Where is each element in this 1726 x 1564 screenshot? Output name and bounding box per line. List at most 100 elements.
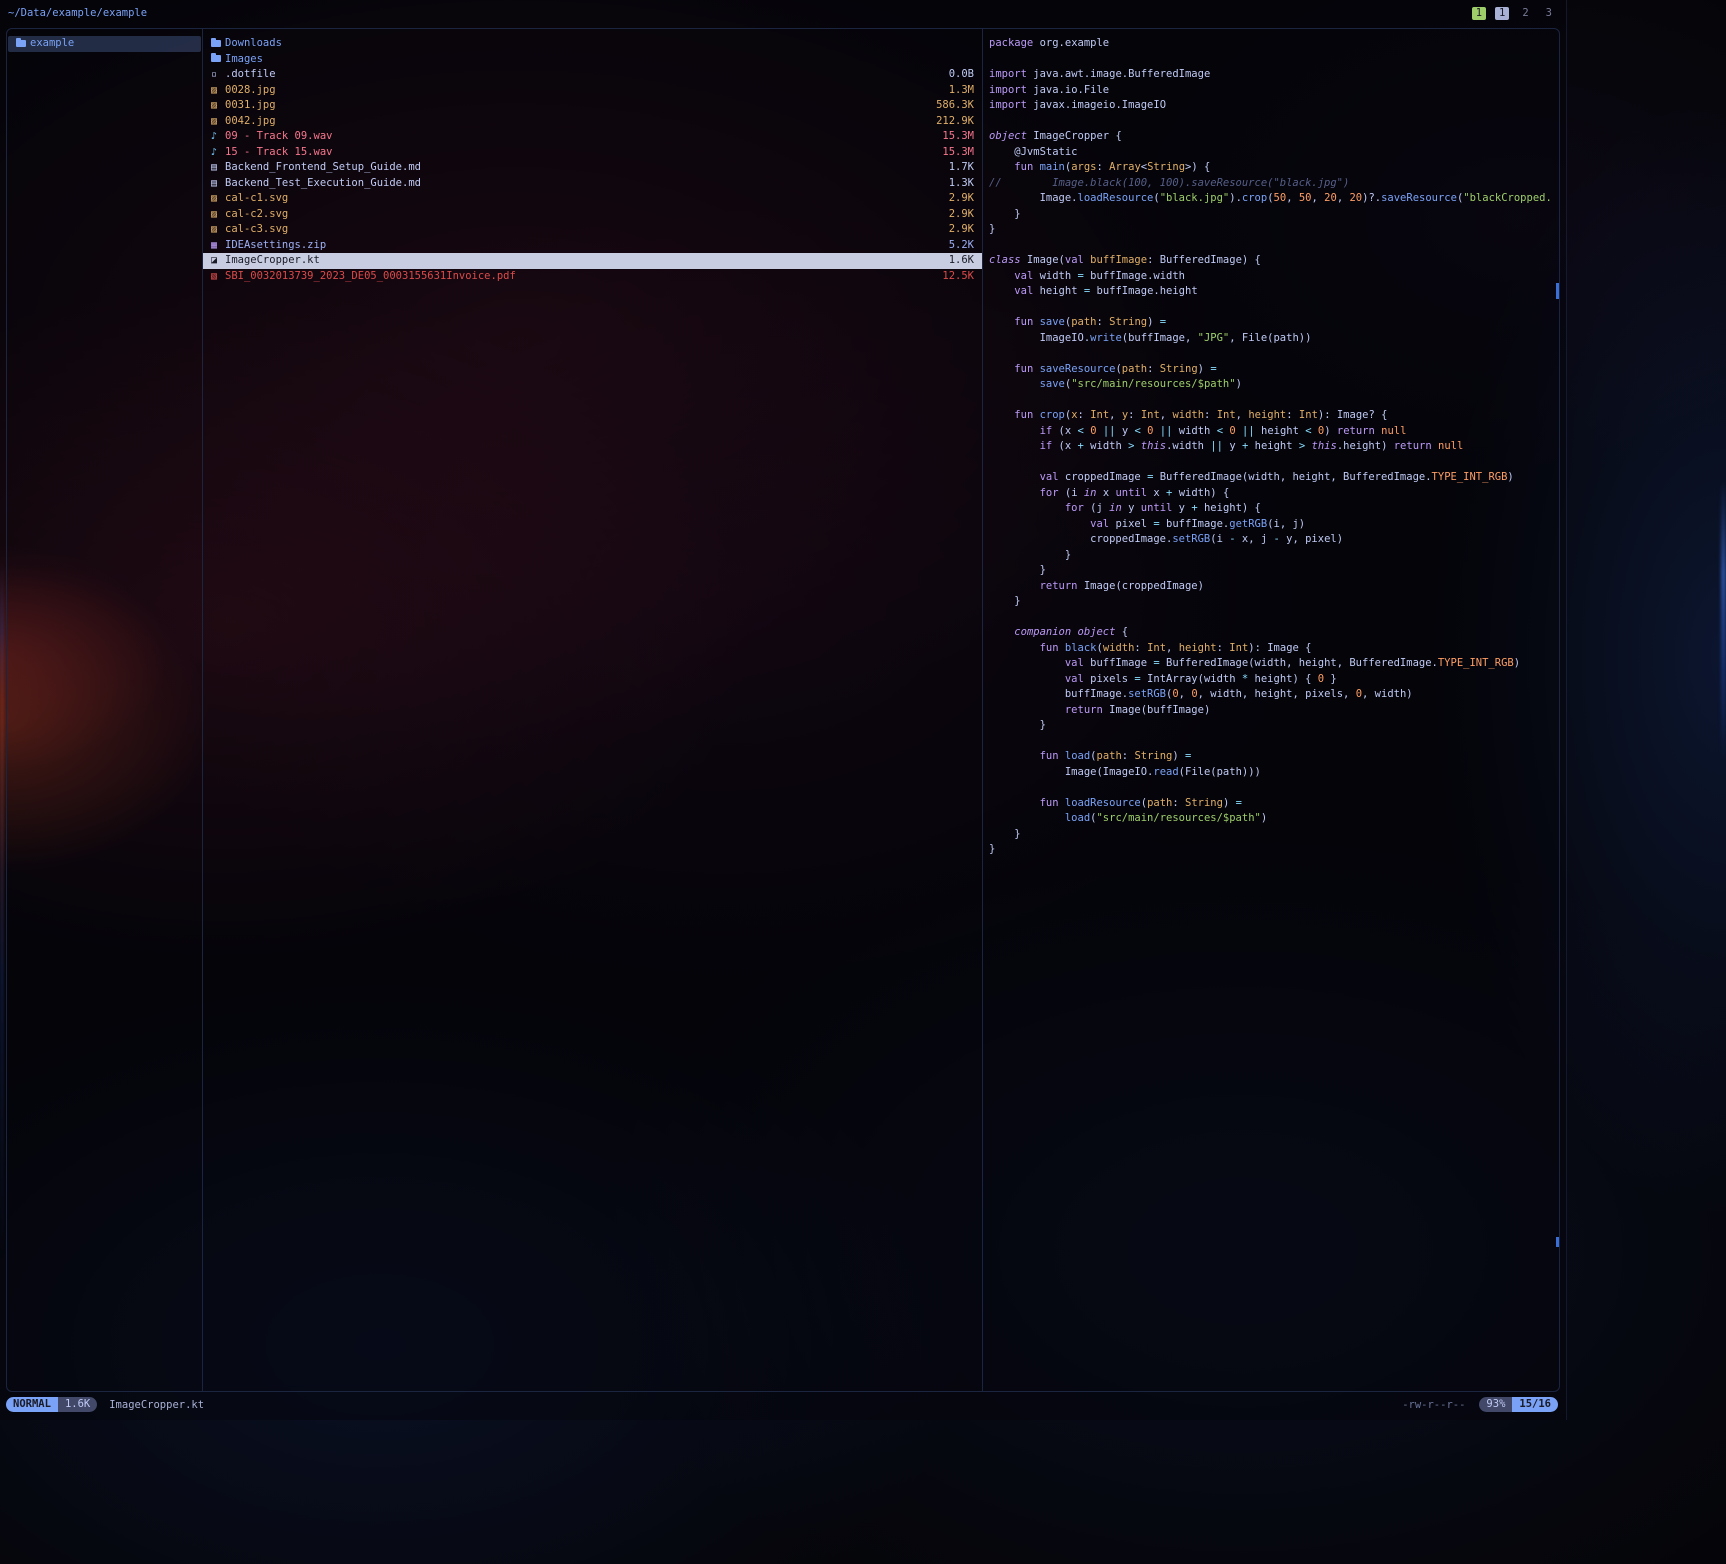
code-line (989, 346, 1559, 362)
code-line (989, 610, 1559, 626)
file-row[interactable]: ♪09 - Track 09.wav15.3M (203, 129, 982, 145)
code-line: } (989, 718, 1559, 734)
file-size: 1.7K (939, 160, 974, 176)
code-line: } (989, 548, 1559, 564)
code-line (989, 114, 1559, 130)
code-line: } (989, 827, 1559, 843)
code-line (989, 734, 1559, 750)
file-row[interactable]: ▨0031.jpg586.3K (203, 98, 982, 114)
code-line: } (989, 222, 1559, 238)
doc-icon: ▤ (211, 160, 225, 176)
code-line: return Image(buffImage) (989, 703, 1559, 719)
code-line (989, 238, 1559, 254)
tab-1[interactable]: 1 (1472, 7, 1486, 20)
file-row[interactable]: ▨cal-c3.svg2.9K (203, 222, 982, 238)
code-line: return Image(croppedImage) (989, 579, 1559, 595)
file-row[interactable]: Downloads (203, 36, 982, 52)
image-icon: ▨ (211, 83, 225, 99)
tab-4[interactable]: 3 (1542, 7, 1556, 20)
code-line: load("src/main/resources/$path") (989, 811, 1559, 827)
file-row[interactable]: Images (203, 52, 982, 68)
status-bar: NORMAL 1.6K ImageCropper.kt -rw-r--r-- 9… (6, 1396, 1558, 1413)
tab-3[interactable]: 2 (1518, 7, 1532, 20)
code-line: val width = buffImage.width (989, 269, 1559, 285)
status-filename: ImageCropper.kt (109, 1399, 204, 1411)
preview-pane: package org.example import java.awt.imag… (983, 29, 1559, 1391)
code-line: val pixels = IntArray(width * height) { … (989, 672, 1559, 688)
file-size: 15.3M (932, 145, 974, 161)
file-size: 1.3K (939, 176, 974, 192)
code-line: if (x + width > this.width || y + height… (989, 439, 1559, 455)
code-line: } (989, 563, 1559, 579)
file-row[interactable]: ▤Backend_Frontend_Setup_Guide.md 1.7K (203, 160, 982, 176)
file-row[interactable]: ▨cal-c1.svg2.9K (203, 191, 982, 207)
file-row[interactable]: ◪ImageCropper.kt 1.6K (203, 253, 982, 269)
code-line: Image(ImageIO.read(File(path))) (989, 765, 1559, 781)
file-size: 15.3M (932, 129, 974, 145)
tab-bar: 1123 (1463, 7, 1556, 20)
file-row[interactable]: ▦IDEAsettings.zip5.2K (203, 238, 982, 254)
file-row[interactable]: ▨0028.jpg1.3M (203, 83, 982, 99)
pdf-icon: ▧ (211, 269, 225, 285)
preview-scrollbar-thumb[interactable] (1556, 283, 1559, 299)
preview-scrollbar-mark (1556, 1237, 1559, 1247)
code-line: val pixel = buffImage.getRGB(i, j) (989, 517, 1559, 533)
file-permissions: -rw-r--r-- (1402, 1399, 1465, 1411)
file-size: 2.9K (939, 191, 974, 207)
file-name: Backend_Frontend_Setup_Guide.md (225, 160, 421, 176)
terminal-window: ~/Data/example/example 1123 example Down… (0, 0, 1567, 1420)
parent-pane: example (7, 29, 203, 1391)
file-name: .dotfile (225, 67, 276, 83)
code-line: @JvmStatic (989, 145, 1559, 161)
folder-icon (211, 55, 225, 63)
tab-2[interactable]: 1 (1495, 7, 1509, 20)
file-row[interactable]: ▨0042.jpg212.9K (203, 114, 982, 130)
code-line: fun load(path: String) = (989, 749, 1559, 765)
code-line: companion object { (989, 625, 1559, 641)
file-size: 0.0B (939, 67, 974, 83)
code-line: for (i in x until x + width) { (989, 486, 1559, 502)
file-name: ImageCropper.kt (225, 253, 320, 269)
doc-icon: ▤ (211, 176, 225, 192)
file-list-pane: DownloadsImages▫.dotfile0.0B▨0028.jpg1.3… (203, 29, 983, 1391)
code-line: croppedImage.setRGB(i - x, j - y, pixel) (989, 532, 1559, 548)
code-line: for (j in y until y + height) { (989, 501, 1559, 517)
file-name: SBI_0032013739_2023_DE05_0003155631Invoi… (225, 269, 516, 285)
code-line: fun main(args: Array<String>) { (989, 160, 1559, 176)
file-name: 0042.jpg (225, 114, 276, 130)
code-line: val buffImage = BufferedImage(width, hei… (989, 656, 1559, 672)
file-name: Downloads (225, 36, 282, 52)
kotlin-icon: ◪ (211, 253, 225, 269)
sidebar-item-label: example (30, 36, 74, 52)
mode-indicator: NORMAL (6, 1397, 58, 1412)
file-name: 09 - Track 09.wav (225, 129, 332, 145)
file-name: 0031.jpg (225, 98, 276, 114)
sidebar-item-example[interactable]: example (8, 36, 201, 52)
code-line: import javax.imageio.ImageIO (989, 98, 1559, 114)
code-line: } (989, 842, 1559, 858)
cursor-position: 15/16 (1512, 1397, 1558, 1412)
code-line: if (x < 0 || y < 0 || width < 0 || heigh… (989, 424, 1559, 440)
code-line: fun loadResource(path: String) = (989, 796, 1559, 812)
file-name: Images (225, 52, 263, 68)
file-size: 586.3K (926, 98, 974, 114)
file-row[interactable]: ▧SBI_0032013739_2023_DE05_0003155631Invo… (203, 269, 982, 285)
file-size: 2.9K (939, 222, 974, 238)
folder-icon (16, 40, 30, 48)
file-row[interactable]: ▫.dotfile0.0B (203, 67, 982, 83)
scroll-percent: 93% (1479, 1397, 1512, 1412)
image-icon: ▨ (211, 222, 225, 238)
file-row[interactable]: ▨cal-c2.svg2.9K (203, 207, 982, 223)
file-row[interactable]: ♪15 - Track 15.wav15.3M (203, 145, 982, 161)
code-line (989, 455, 1559, 471)
file-row[interactable]: ▤Backend_Test_Execution_Guide.md1.3K (203, 176, 982, 192)
file-size: 212.9K (926, 114, 974, 130)
code-line: val croppedImage = BufferedImage(width, … (989, 470, 1559, 486)
file-size: 2.9K (939, 207, 974, 223)
code-line: } (989, 207, 1559, 223)
code-line: save("src/main/resources/$path") (989, 377, 1559, 393)
file-name: cal-c2.svg (225, 207, 288, 223)
image-icon: ▨ (211, 191, 225, 207)
file-size: 1.6K (939, 253, 974, 269)
code-line: fun crop(x: Int, y: Int, width: Int, hei… (989, 408, 1559, 424)
